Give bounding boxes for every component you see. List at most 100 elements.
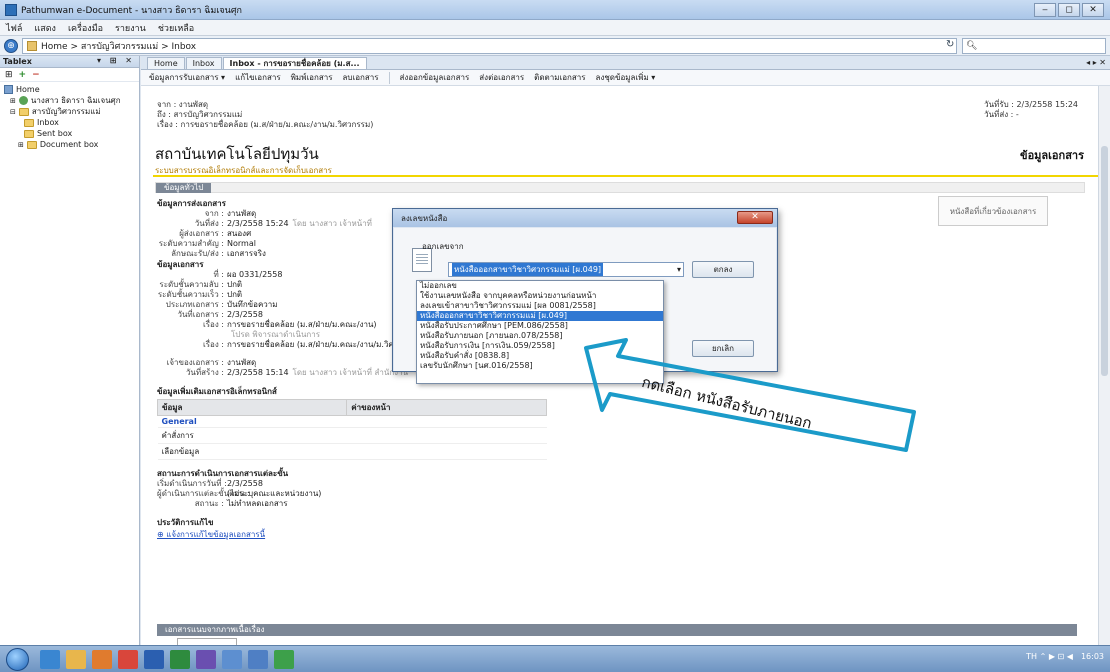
- forward-document-button[interactable]: ส่งต่อเอกสาร: [479, 71, 524, 84]
- add-data-menu[interactable]: ลงชุดข้อมูลเพิ่ม ▾: [596, 71, 656, 84]
- field-label: สถานะ :: [194, 499, 224, 508]
- dialog-close-button[interactable]: ✕: [737, 211, 773, 224]
- dropdown-option[interactable]: หนังสือรับภายนอก [ภายนอก.078/2558]: [417, 331, 663, 341]
- remove-icon[interactable]: −: [32, 70, 40, 80]
- minimize-button[interactable]: ‒: [1034, 3, 1056, 17]
- edit-document-button[interactable]: แก้ไขเอกสาร: [235, 71, 281, 84]
- field-value: การขอรายชื่อคล้อย (ม.ส/ฝ่าย/ม.คณะ/งาน/ม.…: [227, 340, 420, 349]
- collapse-icon[interactable]: ⊟: [10, 108, 16, 116]
- close-button[interactable]: ✕: [1082, 3, 1104, 17]
- attachments-tab[interactable]: เอกสารแนบจากภาพเนื้อเรื่อง: [157, 624, 273, 636]
- refresh-icon[interactable]: ↻: [946, 39, 954, 50]
- section-bar: ข้อมูลทั่วไป: [155, 182, 1085, 193]
- attachment-input[interactable]: [177, 638, 237, 645]
- table-cell: เลือกข้อมูล: [157, 443, 347, 460]
- tree-item-inbox[interactable]: Inbox: [4, 117, 139, 128]
- number-source-select[interactable]: หนังสือออกสาขาวิชาวิศวกรรมแม่ [ผ.049] ▾: [448, 262, 684, 277]
- export-document-button[interactable]: ส่งออกข้อมูลเอกสาร: [400, 71, 470, 84]
- word-icon[interactable]: [144, 650, 164, 669]
- field-value: 2/3/2558: [227, 479, 263, 488]
- user-icon: [18, 96, 28, 105]
- dropdown-option[interactable]: ไม่ออกเลข: [417, 281, 663, 291]
- title-rule: [153, 175, 1098, 177]
- section-heading: ประวัติการแก้ไข: [157, 518, 214, 527]
- search-input[interactable]: 🔍︎: [962, 38, 1106, 54]
- window-title: Pathumwan e-Document - นางสาว ธิดารา ฉิม…: [21, 5, 242, 16]
- cancel-button[interactable]: ยกเลิก: [692, 340, 754, 357]
- app-icon: [5, 3, 17, 16]
- section-tag-general[interactable]: ข้อมูลทั่วไป: [156, 183, 212, 193]
- expand-all-icon[interactable]: ⊞: [5, 70, 13, 80]
- scroll-thumb[interactable]: [1101, 146, 1108, 376]
- app-icon[interactable]: [274, 650, 294, 669]
- dropdown-option[interactable]: ลงเลขเข้าสาขาวิชาวิศวกรรมแม่ [ผล 0081/25…: [417, 301, 663, 311]
- window-controls: ‒ ◻ ✕: [1034, 3, 1104, 17]
- field-label: ระดับความสำคัญ :: [158, 239, 224, 248]
- form-row: ผู้ดำเนินการแต่ละขั้นตอน : (ไม่ระบุคณะและ…: [157, 489, 677, 499]
- tree-item-sent-box[interactable]: Sent box: [4, 128, 139, 139]
- vertical-scrollbar[interactable]: [1098, 86, 1110, 645]
- receive-info-menu[interactable]: ข้อมูลการรับเอกสาร ▾: [149, 71, 225, 84]
- menu-file[interactable]: ไฟล์: [6, 21, 22, 35]
- dropdown-option[interactable]: ใช้งานเลขหนังสือ จากบุคคลหรือหน่วยงานก่อ…: [417, 291, 663, 301]
- tab-home[interactable]: Home: [147, 57, 185, 69]
- menu-tools[interactable]: เครื่องมือ: [68, 21, 103, 35]
- field-value: ไม่ทำหลดเอกสาร: [227, 499, 288, 508]
- clock[interactable]: 16:03: [1081, 652, 1104, 661]
- sent-folder-icon: [24, 129, 34, 138]
- add-icon[interactable]: +: [19, 70, 27, 80]
- delete-document-button[interactable]: ลบเอกสาร: [343, 71, 379, 84]
- dropdown-option[interactable]: หนังสือรับการเงิน [การเงิน.059/2558]: [417, 341, 663, 351]
- start-button[interactable]: [6, 648, 29, 671]
- app-icon[interactable]: [222, 650, 242, 669]
- form-row: สถานะ : ไม่ทำหลดเอกสาร: [157, 499, 677, 509]
- tab-controls[interactable]: ◂ ▸ ✕: [1086, 58, 1106, 67]
- menu-help[interactable]: ช่วยเหลือ: [158, 21, 194, 35]
- pane-controls[interactable]: ▾ ⊞ ✕: [97, 56, 135, 65]
- field-value: ผอ 0331/2558: [227, 270, 283, 279]
- dropdown-option[interactable]: หนังสือรับประกาศศึกษา [PEM.086/2558]: [417, 321, 663, 331]
- taskbar: TH ⌃ ▶ ⊡ ◀ 16:03: [0, 645, 1110, 672]
- excel-icon[interactable]: [170, 650, 190, 669]
- ok-button[interactable]: ตกลง: [692, 261, 754, 278]
- tray-icons[interactable]: TH ⌃ ▶ ⊡ ◀: [1026, 652, 1073, 661]
- tab-document[interactable]: Inbox - การขอรายชื่อคล้อย (ม.ส...: [222, 57, 367, 69]
- ie-icon[interactable]: [40, 650, 60, 669]
- breadcrumb[interactable]: Home > สารบัญวิศวกรรมแม่ > Inbox: [22, 38, 957, 54]
- document-info-heading: ข้อมูลเอกสาร: [1020, 149, 1084, 162]
- field-label: วันที่สร้าง :: [185, 368, 224, 377]
- field-value: การขอรายชื่อคล้อย (ม.ส/ฝ่าย/ม.คณะ/งาน): [227, 320, 377, 329]
- app-icon[interactable]: [118, 650, 138, 669]
- table-group[interactable]: General: [157, 415, 347, 428]
- address-bar: ⊕ Home > สารบัญวิศวกรรมแม่ > Inbox ↻ 🔍︎: [0, 36, 1110, 56]
- field-label: วันที่ส่ง :: [194, 219, 224, 228]
- expand-icon[interactable]: ⊞: [18, 141, 24, 149]
- expand-icon[interactable]: ⊞: [10, 97, 16, 105]
- app-icon[interactable]: [248, 650, 268, 669]
- document-dates: วันที่รับ : 2/3/2558 15:24 วันที่ส่ง : -: [984, 100, 1078, 120]
- track-document-button[interactable]: ติดตามเอกสาร: [534, 71, 585, 84]
- menu-report[interactable]: รายงาน: [115, 21, 146, 35]
- field-value: สนองศ: [227, 229, 252, 238]
- media-icon[interactable]: [92, 650, 112, 669]
- app-icon[interactable]: [196, 650, 216, 669]
- dropdown-option[interactable]: หนังสือออกสาขาวิชาวิศวกรรมแม่ [ผ.049]: [417, 311, 663, 321]
- field-label: เรื่อง :: [203, 320, 224, 329]
- edit-history-link[interactable]: ⊕ แจ้งการแก้ไขข้อมูลเอกสารนี้: [157, 528, 677, 541]
- toolbar-separator: [388, 71, 390, 84]
- folder-icon[interactable]: [66, 650, 86, 669]
- tree-item-department[interactable]: ⊟ สารบัญวิศวกรรมแม่: [4, 106, 139, 117]
- print-document-button[interactable]: พิมพ์เอกสาร: [291, 71, 333, 84]
- menu-view[interactable]: แสดง: [34, 21, 56, 35]
- breadcrumb-path: Home > สารบัญวิศวกรรมแม่ > Inbox: [41, 42, 197, 52]
- meta-from: จาก : งานพัสดุ: [157, 100, 209, 109]
- maximize-button[interactable]: ◻: [1058, 3, 1080, 17]
- dropdown-option[interactable]: หนังสือรับคำสั่ง [0838.8]: [417, 351, 663, 361]
- section-heading: สถานะการดำเนินการเอกสารแต่ละขั้น: [157, 469, 289, 478]
- tab-inbox[interactable]: Inbox: [185, 57, 222, 69]
- tree-item-document-box[interactable]: ⊞ Document box: [4, 139, 139, 150]
- field-value: 2/3/2558: [227, 310, 263, 319]
- dropdown-option[interactable]: เลขรับนักศึกษา [นศ.016/2558]: [417, 361, 663, 371]
- globe-icon[interactable]: ⊕: [4, 39, 18, 53]
- related-documents-button[interactable]: หนังสือที่เกี่ยวข้องเอกสาร: [938, 196, 1048, 226]
